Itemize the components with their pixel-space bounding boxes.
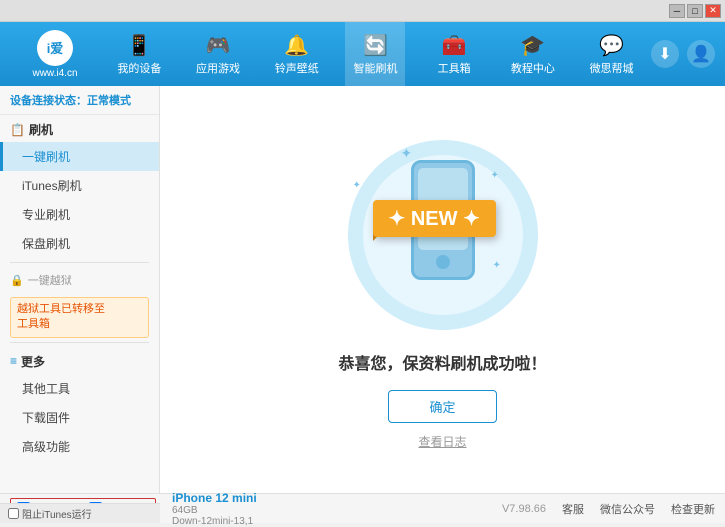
logo-area[interactable]: i爱 www.i4.cn — [10, 30, 100, 79]
view-log-link[interactable]: 查看日志 — [418, 433, 466, 450]
jailbreak-label: 一键越狱 — [28, 272, 72, 288]
nav-right-buttons: ⬇ 👤 — [651, 40, 715, 68]
sparkle-3: ✦ — [493, 260, 501, 271]
user-button[interactable]: 👤 — [687, 40, 715, 68]
ringtone-label: 铃声壁纸 — [275, 60, 319, 76]
lock-icon: 🔒 — [10, 274, 24, 287]
header: i爱 www.i4.cn 📱 我的设备 🎮 应用游戏 🔔 铃声壁纸 🔄 智能刷机… — [0, 22, 725, 86]
phone-home-btn — [436, 255, 450, 269]
nav-weibo[interactable]: 💬 微思帮城 — [582, 22, 642, 86]
new-badge: ✦ NEW ✦ — [373, 200, 496, 237]
main-content: ✦ ✦ ✦ ✦ ✦ NEW ✦ 恭喜您，保资料刷机成功啦！ 确定 查看日志 — [160, 86, 725, 493]
sidebar-item-other-tools[interactable]: 其他工具 — [0, 374, 159, 403]
sidebar-item-save-flash[interactable]: 保盘刷机 — [0, 229, 159, 258]
jailbreak-notice-text: 越狱工具已转移至工具箱 — [17, 303, 105, 330]
maximize-button[interactable]: □ — [687, 4, 703, 18]
sidebar-divider-2 — [10, 342, 149, 343]
title-bar: ─ □ ✕ — [0, 0, 725, 22]
itunes-label: 阻止iTunes运行 — [22, 506, 92, 521]
sidebar-item-download-firmware[interactable]: 下载固件 — [0, 403, 159, 432]
sidebar-item-pro-flash[interactable]: 专业刷机 — [0, 200, 159, 229]
sidebar-section-more: ≡ 更多 — [0, 347, 159, 374]
nav-smart-flash[interactable]: 🔄 智能刷机 — [345, 22, 405, 86]
sidebar-section-jailbreak: 🔒 一键越狱 — [0, 267, 159, 293]
main-area: 设备连接状态：正常模式 📋 刷机 一键刷机 iTunes刷机 专业刷机 保盘刷机… — [0, 86, 725, 493]
sparkle-4: ✦ — [353, 180, 361, 191]
flash-section-label: 刷机 — [29, 121, 53, 138]
download-button[interactable]: ⬇ — [651, 40, 679, 68]
status-label: 设备连接状态： — [10, 95, 87, 107]
toolbox-label: 工具箱 — [438, 60, 471, 76]
new-badge-star-right: ✦ — [463, 208, 480, 230]
sidebar-item-itunes-flash[interactable]: iTunes刷机 — [0, 171, 159, 200]
sparkle-1: ✦ — [401, 145, 413, 162]
sidebar-item-one-click-flash[interactable]: 一键刷机 — [0, 142, 159, 171]
success-illustration: ✦ ✦ ✦ ✦ ✦ NEW ✦ — [323, 130, 563, 350]
nav-ringtone[interactable]: 🔔 铃声壁纸 — [267, 22, 327, 86]
more-section-icon: ≡ — [10, 354, 17, 368]
footer: 自动跳过 跳过向导 iPhone 12 mini 64GB Down-12min… — [0, 493, 725, 523]
close-button[interactable]: ✕ — [705, 4, 721, 18]
device-storage: 64GB — [172, 505, 257, 516]
nav-tutorial[interactable]: 🎓 教程中心 — [503, 22, 563, 86]
version-label: V7.98.66 — [502, 503, 546, 515]
new-badge-star-left: ✦ — [389, 208, 411, 230]
sidebar-divider-1 — [10, 262, 149, 263]
device-status-bar: 设备连接状态：正常模式 — [0, 86, 159, 115]
toolbox-icon: 🧰 — [442, 33, 467, 58]
sidebar: 设备连接状态：正常模式 📋 刷机 一键刷机 iTunes刷机 专业刷机 保盘刷机… — [0, 86, 160, 493]
smart-flash-label: 智能刷机 — [353, 60, 397, 76]
logo-url: www.i4.cn — [32, 68, 77, 79]
nav-apps-games[interactable]: 🎮 应用游戏 — [188, 22, 248, 86]
nav-my-device[interactable]: 📱 我的设备 — [109, 22, 169, 86]
confirm-button[interactable]: 确定 — [388, 390, 496, 423]
tutorial-label: 教程中心 — [511, 60, 555, 76]
itunes-checkbox[interactable] — [8, 508, 19, 519]
sparkle-2: ✦ — [491, 170, 499, 181]
nav-toolbox[interactable]: 🧰 工具箱 — [424, 22, 484, 86]
my-device-label: 我的设备 — [117, 60, 161, 76]
smart-flash-icon: 🔄 — [363, 33, 388, 58]
status-value: 正常模式 — [87, 95, 131, 107]
apps-games-icon: 🎮 — [206, 33, 231, 58]
minimize-button[interactable]: ─ — [669, 4, 685, 18]
itunes-bar: 阻止iTunes运行 — [0, 503, 160, 523]
wechat-public-link[interactable]: 微信公众号 — [600, 501, 655, 517]
flash-section-icon: 📋 — [10, 123, 25, 137]
nav-items: 📱 我的设备 🎮 应用游戏 🔔 铃声壁纸 🔄 智能刷机 🧰 工具箱 🎓 教程中心… — [100, 22, 651, 86]
device-model: Down-12mini-13,1 — [172, 516, 257, 527]
my-device-icon: 📱 — [127, 33, 152, 58]
sidebar-section-flash: 📋 刷机 — [0, 115, 159, 142]
jailbreak-notice: 越狱工具已转移至工具箱 — [10, 297, 149, 338]
sidebar-item-advanced[interactable]: 高级功能 — [0, 432, 159, 461]
check-update-link[interactable]: 检查更新 — [671, 501, 715, 517]
apps-games-label: 应用游戏 — [196, 60, 240, 76]
ringtone-icon: 🔔 — [284, 33, 309, 58]
tutorial-icon: 🎓 — [520, 33, 545, 58]
device-name: iPhone 12 mini — [172, 491, 257, 505]
logo-icon: i爱 — [37, 30, 73, 66]
success-message: 恭喜您，保资料刷机成功啦！ — [338, 350, 546, 374]
customer-service-link[interactable]: 客服 — [562, 501, 584, 517]
weibo-icon: 💬 — [599, 33, 624, 58]
footer-right: V7.98.66 客服 微信公众号 检查更新 — [502, 501, 715, 517]
footer-device-info: iPhone 12 mini 64GB Down-12mini-13,1 — [172, 491, 257, 527]
weibo-label: 微思帮城 — [590, 60, 634, 76]
more-section-label: 更多 — [21, 353, 45, 370]
new-badge-text: NEW — [411, 208, 458, 230]
